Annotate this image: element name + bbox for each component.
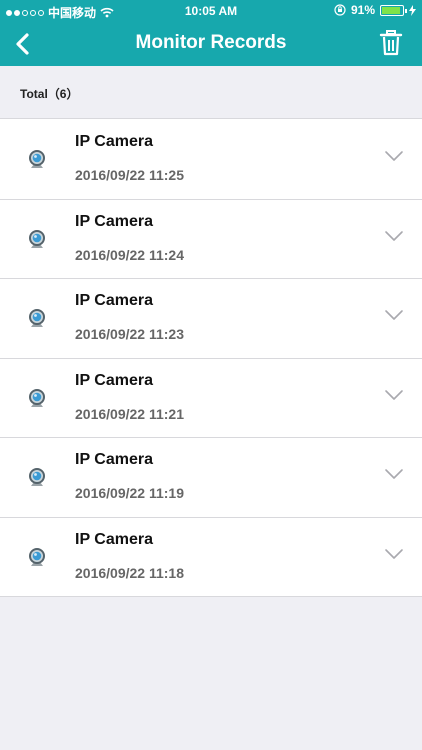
delete-button[interactable] bbox=[378, 29, 404, 57]
record-row[interactable]: IP Camera 2016/09/22 11:21 bbox=[0, 357, 422, 438]
chevron-down-icon[interactable] bbox=[384, 149, 404, 163]
record-name: IP Camera bbox=[75, 530, 153, 548]
status-right: 91% bbox=[334, 3, 416, 17]
record-date: 2016/09/22 11:19 bbox=[75, 485, 184, 501]
record-date: 2016/09/22 11:24 bbox=[75, 246, 184, 263]
camera-icon bbox=[29, 229, 45, 248]
total-count: Total（6） bbox=[20, 87, 79, 101]
record-name: IP Camera bbox=[75, 371, 153, 389]
record-row[interactable]: IP Camera 2016/09/22 11:23 bbox=[0, 278, 422, 358]
page-title: Monitor Records bbox=[135, 32, 287, 53]
charging-icon bbox=[409, 4, 416, 16]
records-list: IP Camera 2016/09/22 11:25 IP Camera 201… bbox=[0, 118, 422, 597]
battery-percent: 91% bbox=[350, 3, 375, 17]
record-date: 2016/09/22 11:25 bbox=[75, 167, 184, 183]
camera-icon bbox=[29, 309, 45, 327]
rotation-lock-icon bbox=[334, 4, 346, 16]
camera-icon bbox=[29, 468, 45, 486]
camera-icon bbox=[29, 388, 45, 407]
record-name: IP Camera bbox=[75, 133, 153, 150]
record-row[interactable]: IP Camera 2016/09/22 11:25 bbox=[0, 119, 422, 199]
record-row[interactable]: IP Camera 2016/09/22 11:24 bbox=[0, 198, 422, 279]
record-date: 2016/09/22 11:21 bbox=[75, 405, 184, 422]
header: 中国移动 10:05 AM 91% Monitor Records bbox=[0, 0, 422, 66]
nav-bar: Monitor Records bbox=[0, 22, 422, 66]
chevron-down-icon[interactable] bbox=[384, 388, 404, 402]
battery-icon bbox=[380, 4, 407, 16]
record-name: IP Camera bbox=[75, 451, 153, 468]
status-bar: 中国移动 10:05 AM 91% bbox=[0, 0, 422, 22]
record-name: IP Camera bbox=[75, 292, 153, 309]
chevron-down-icon[interactable] bbox=[384, 547, 404, 561]
chevron-down-icon[interactable] bbox=[384, 308, 404, 322]
record-name: IP Camera bbox=[75, 212, 153, 230]
camera-icon bbox=[29, 547, 45, 566]
record-row[interactable]: IP Camera 2016/09/22 11:18 bbox=[0, 516, 422, 597]
record-row[interactable]: IP Camera 2016/09/22 11:19 bbox=[0, 437, 422, 517]
camera-icon bbox=[29, 150, 45, 168]
trash-icon bbox=[379, 30, 403, 56]
record-date: 2016/09/22 11:23 bbox=[75, 326, 184, 342]
chevron-down-icon[interactable] bbox=[384, 467, 404, 481]
chevron-down-icon[interactable] bbox=[384, 229, 404, 243]
record-date: 2016/09/22 11:18 bbox=[75, 564, 184, 581]
